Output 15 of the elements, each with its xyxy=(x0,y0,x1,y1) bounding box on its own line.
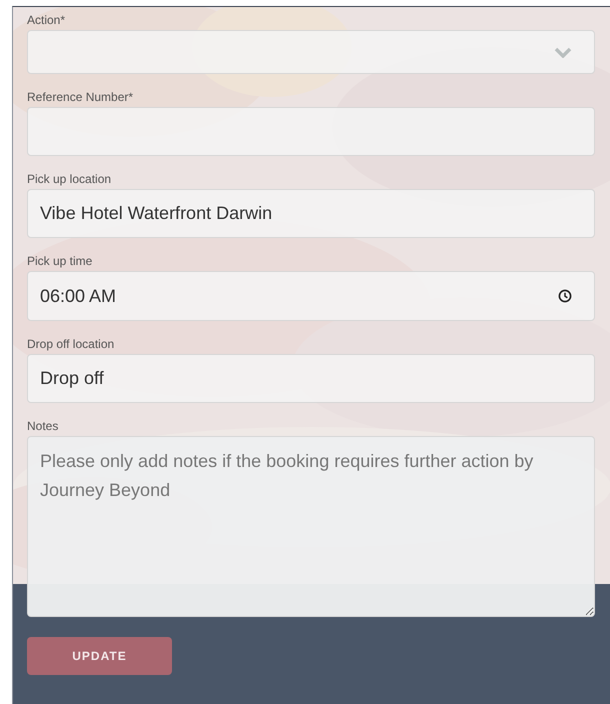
text-field[interactable] xyxy=(27,107,595,156)
field-label: Drop off location xyxy=(27,336,116,353)
clock-icon[interactable] xyxy=(558,289,572,303)
field-label: Pick up time xyxy=(27,253,94,270)
chevron-down-icon xyxy=(554,46,572,58)
text-field[interactable]: Vibe Hotel Waterfront Darwin xyxy=(27,189,595,238)
time-field[interactable]: 06:00 AM xyxy=(27,271,595,321)
notes-field[interactable]: Please only add notes if the booking requires further action by Journey Beyond xyxy=(27,436,595,617)
update-button[interactable]: UPDATE xyxy=(27,637,172,675)
field-label: Pick up location xyxy=(27,171,112,188)
text-field[interactable]: Drop off xyxy=(27,354,595,403)
field-label: Notes xyxy=(27,418,60,435)
dropdown-field[interactable] xyxy=(27,30,595,74)
field-label: Reference Number* xyxy=(27,89,134,106)
field-label: Action* xyxy=(27,12,66,29)
